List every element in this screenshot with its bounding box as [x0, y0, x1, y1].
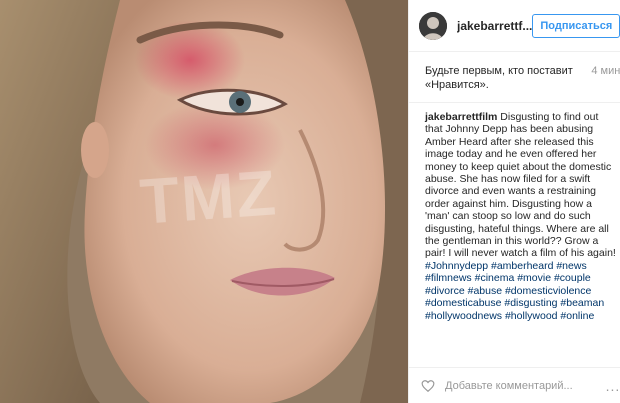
caption: jakebarrettfilm Disgusting to find out t… [409, 103, 620, 322]
caption-hashtags[interactable]: #Johnnydepp #amberheard #news #filmnews … [425, 260, 604, 322]
heart-icon[interactable] [421, 379, 435, 393]
avatar-image [419, 11, 447, 40]
post-time[interactable]: 4 мин [591, 64, 620, 78]
comment-input[interactable] [443, 378, 606, 393]
comment-bar: ... [409, 367, 620, 403]
post-photo[interactable]: TMZ [0, 0, 408, 403]
avatar[interactable] [419, 11, 447, 40]
follow-button[interactable]: Подписаться [532, 13, 620, 38]
more-options-icon[interactable]: ... [606, 378, 620, 394]
face-photo-illustration [0, 0, 408, 403]
caption-username[interactable]: jakebarrettfilm [425, 111, 497, 123]
instagram-post: TMZ jakebarrettf... Подписаться Будьте п… [0, 0, 620, 403]
caption-text: Disgusting to find out that Johnny Depp … [425, 111, 616, 260]
username[interactable]: jakebarrettf... [457, 19, 532, 33]
post-header: jakebarrettf... Подписаться [409, 0, 620, 52]
likes-text: Будьте первым, кто поставит «Нравится». [425, 65, 573, 91]
post-sidebar: jakebarrettf... Подписаться Будьте первы… [408, 0, 620, 403]
likes-row: Будьте первым, кто поставит «Нравится». … [409, 52, 620, 103]
